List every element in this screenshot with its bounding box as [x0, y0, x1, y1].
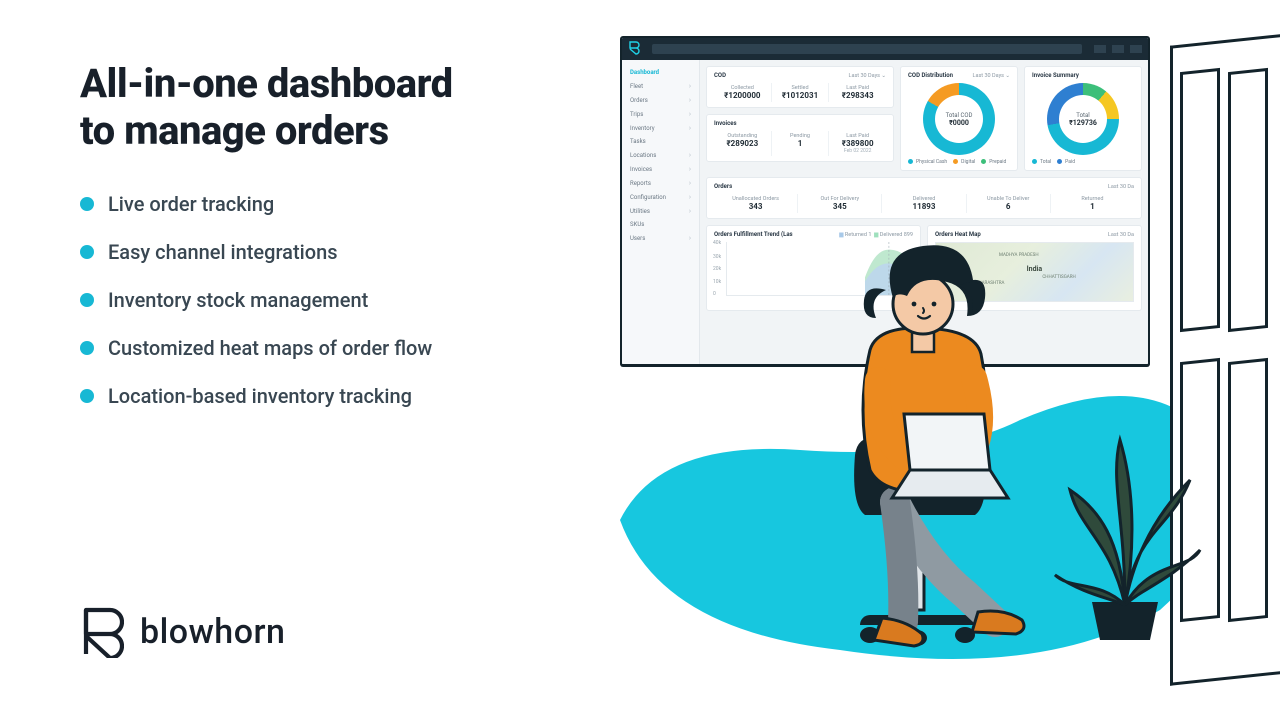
stat-settled: Settled₹1012031: [772, 83, 830, 102]
blowhorn-logo-icon: [80, 606, 124, 658]
sidebar-item-locations[interactable]: Locations›: [622, 148, 699, 162]
range-dropdown[interactable]: Last 30 Days ⌄: [849, 73, 887, 79]
person-illustration: [760, 220, 1090, 660]
sidebar-item-inventory[interactable]: Inventory›: [622, 121, 699, 135]
feature-item: Inventory stock management: [80, 288, 600, 312]
panel-title: COD: [714, 72, 726, 79]
range-dropdown[interactable]: Last 30 Da: [1108, 232, 1134, 238]
bullet-icon: [80, 293, 94, 307]
chevron-right-icon: ›: [689, 96, 691, 104]
sidebar: Dashboard Fleet› Orders› Trips› Inventor…: [622, 60, 700, 364]
bullet-icon: [80, 389, 94, 403]
feature-list: Live order tracking Easy channel integra…: [80, 192, 600, 408]
panel-title: Invoice Summary: [1032, 72, 1079, 79]
cod-legend: Physical Cash Digital Prepaid: [908, 155, 1010, 165]
chevron-right-icon: ›: [689, 207, 691, 215]
panel-title: Invoices: [714, 120, 737, 127]
chevron-right-icon: ›: [689, 82, 691, 90]
stat-lastpaid: Last Paid₹298343: [829, 83, 886, 102]
chevron-right-icon: ›: [689, 165, 691, 173]
stat-inv-lastpaid: Last Paid₹389800Feb 02 2022: [829, 131, 886, 156]
feature-item: Easy channel integrations: [80, 240, 600, 264]
bullet-icon: [80, 341, 94, 355]
chevron-right-icon: ›: [689, 193, 691, 201]
sidebar-item-utilities[interactable]: Utilities›: [622, 204, 699, 218]
sidebar-item-orders[interactable]: Orders›: [622, 93, 699, 107]
chevron-right-icon: ›: [689, 179, 691, 187]
stat-pending: Pending1: [772, 131, 830, 156]
stat-ofd: Out For Delivery345: [798, 194, 882, 213]
window-min-icon[interactable]: [1094, 45, 1106, 53]
invoice-donut-chart: Total₹129736: [1047, 83, 1119, 155]
sidebar-item-tasks[interactable]: Tasks: [622, 135, 699, 148]
chevron-right-icon: ›: [689, 124, 691, 132]
stat-unable: Unable To Deliver6: [967, 194, 1051, 213]
chevron-right-icon: ›: [689, 234, 691, 242]
stat-outstanding: Outstanding₹289023: [714, 131, 772, 156]
bullet-icon: [80, 197, 94, 211]
headline-line-1: All-in-one dashboard: [80, 60, 453, 107]
window-close-icon[interactable]: [1130, 45, 1142, 53]
brand-lockup: blowhorn: [80, 606, 285, 658]
app-logo-icon: [628, 41, 640, 58]
browser-titlebar: [622, 38, 1148, 60]
brand-name: blowhorn: [140, 612, 285, 652]
panel-title: COD Distribution: [908, 72, 953, 79]
range-dropdown[interactable]: Last 30 Days ⌄: [973, 73, 1011, 79]
sidebar-item-invoices[interactable]: Invoices›: [622, 162, 699, 176]
panel-title: Orders: [714, 183, 732, 190]
feature-item: Customized heat maps of order flow: [80, 336, 600, 360]
sidebar-item-skus[interactable]: SKUs: [622, 218, 699, 231]
feature-text: Customized heat maps of order flow: [108, 336, 432, 360]
chevron-right-icon: ›: [689, 151, 691, 159]
invoice-legend: Total Paid: [1032, 155, 1134, 165]
feature-item: Location-based inventory tracking: [80, 384, 600, 408]
headline: All-in-one dashboard to manage orders: [80, 60, 600, 154]
headline-line-2: to manage orders: [80, 107, 389, 154]
invoice-summary-panel: Invoice Summary Total₹129736 Total Paid: [1024, 66, 1142, 171]
illustration-scene: Dashboard Fleet› Orders› Trips› Inventor…: [560, 0, 1280, 720]
sidebar-item-dashboard[interactable]: Dashboard: [622, 66, 699, 79]
feature-text: Easy channel integrations: [108, 240, 338, 264]
stat-collected: Collected₹1200000: [714, 83, 772, 102]
sidebar-item-configuration[interactable]: Configuration›: [622, 190, 699, 204]
bullet-icon: [80, 245, 94, 259]
sidebar-item-trips[interactable]: Trips›: [622, 107, 699, 121]
feature-text: Location-based inventory tracking: [108, 384, 412, 408]
invoices-panel: Invoices Outstanding₹289023 Pending1 Las…: [706, 114, 894, 162]
cod-donut-chart: Total COD₹0000: [923, 83, 995, 155]
sidebar-item-fleet[interactable]: Fleet›: [622, 79, 699, 93]
sidebar-item-users[interactable]: Users›: [622, 231, 699, 245]
feature-text: Live order tracking: [108, 192, 274, 216]
chevron-right-icon: ›: [689, 110, 691, 118]
sidebar-item-reports[interactable]: Reports›: [622, 176, 699, 190]
window-max-icon[interactable]: [1112, 45, 1124, 53]
address-bar[interactable]: [652, 44, 1082, 54]
stat-delivered: Delivered11893: [882, 194, 966, 213]
cod-distribution-panel: COD Distribution Last 30 Days ⌄ Total COD…: [900, 66, 1018, 171]
feature-item: Live order tracking: [80, 192, 600, 216]
feature-text: Inventory stock management: [108, 288, 368, 312]
range-dropdown[interactable]: Last 30 Da: [1108, 184, 1134, 190]
stat-unallocated: Unallocated Orders343: [714, 194, 798, 213]
stat-returned: Returned1: [1051, 194, 1134, 213]
orders-panel: Orders Last 30 Da Unallocated Orders343 O…: [706, 177, 1142, 219]
cod-panel: COD Last 30 Days ⌄ Collected₹1200000 Sett…: [706, 66, 894, 108]
